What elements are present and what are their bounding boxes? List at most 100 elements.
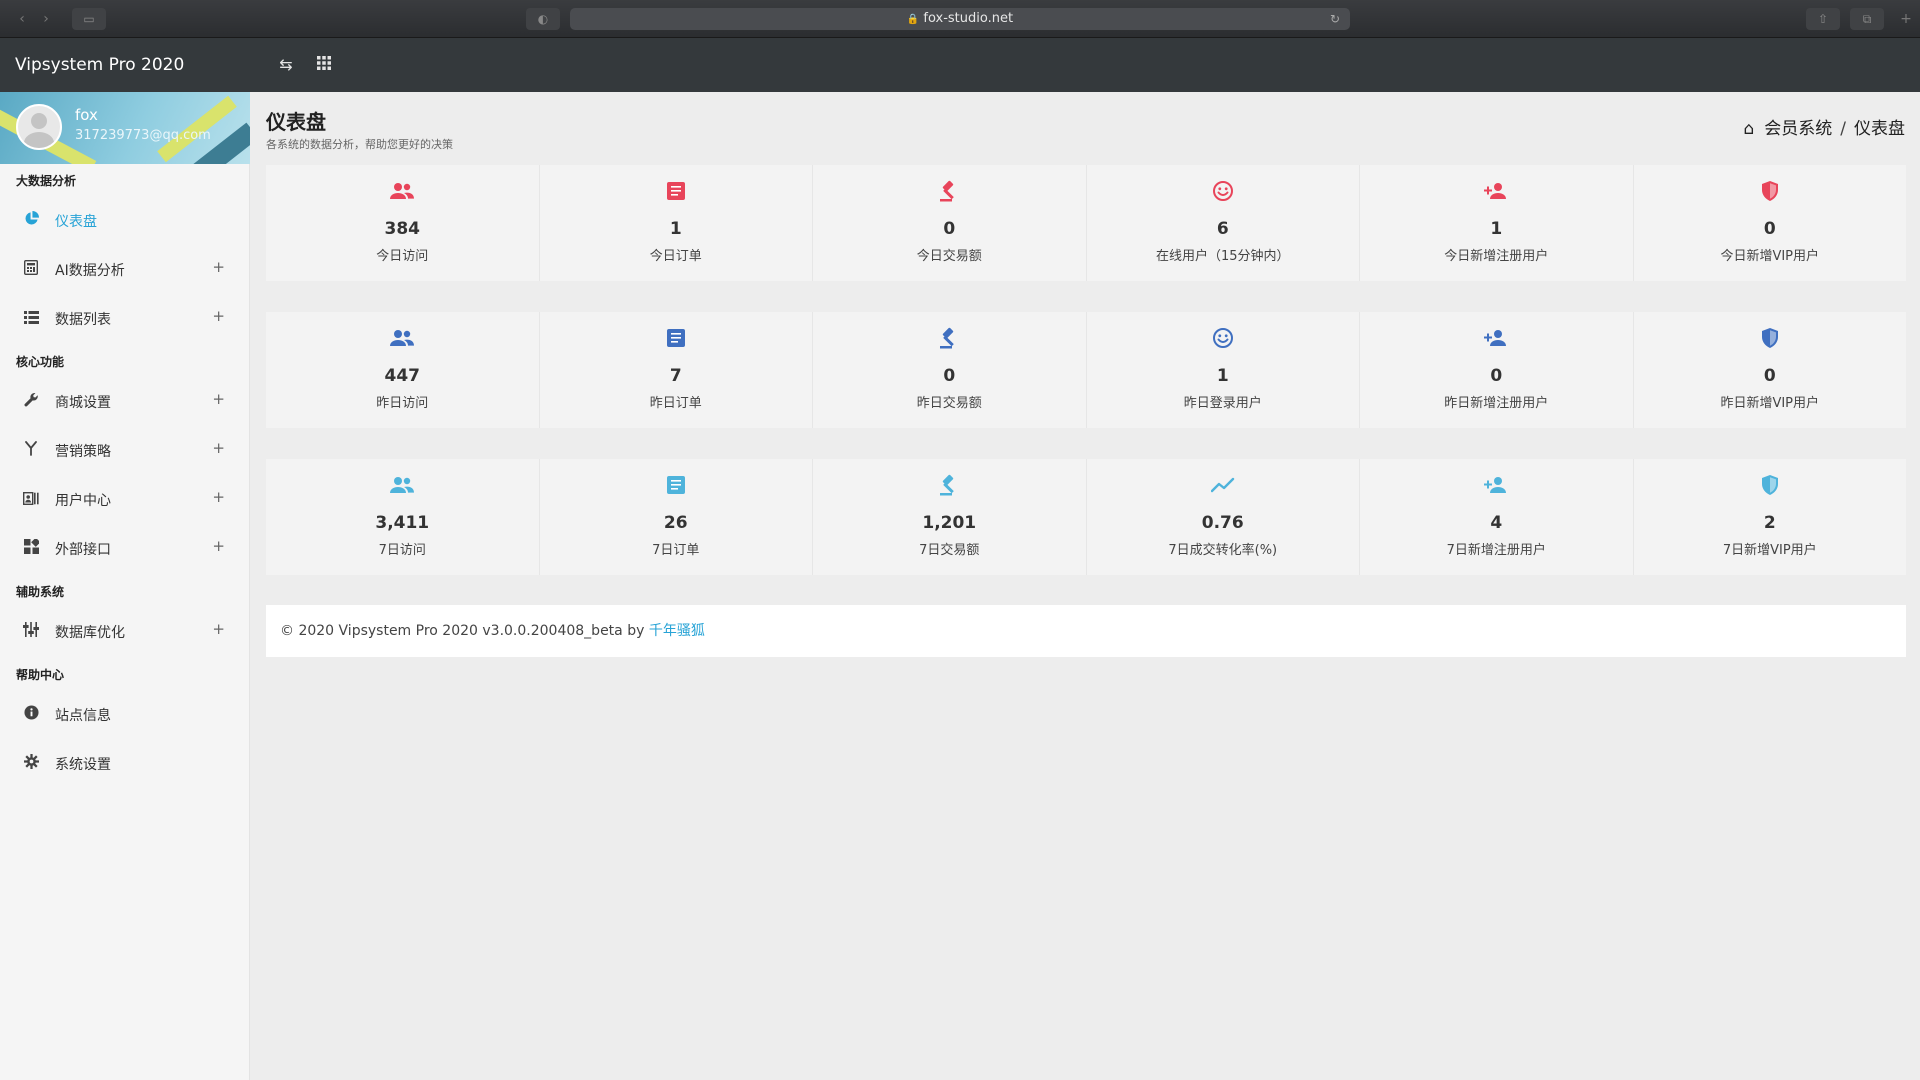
expand-plus-icon[interactable]: + [212, 605, 225, 654]
sidebar-item-label: 仪表盘 [55, 214, 97, 230]
stat-label: 7日新增注册用户 [1446, 543, 1546, 558]
tabs-icon[interactable]: ⧉ [1850, 8, 1884, 30]
app-title[interactable]: Vipsystem Pro 2020 [15, 38, 184, 92]
home-icon[interactable]: ⌂ [1743, 119, 1754, 139]
stat-value: 1 [669, 219, 682, 239]
user-plus-icon [1360, 473, 1633, 497]
widgets-icon [22, 526, 40, 575]
breadcrumb: ⌂ 会员系统 / 仪表盘 [1743, 114, 1905, 139]
expand-plus-icon[interactable]: + [212, 473, 225, 522]
breadcrumb-separator: / [1840, 119, 1846, 139]
gavel-icon [813, 179, 1086, 203]
sidebar-item-label: 用户中心 [55, 493, 111, 509]
sidebar-item-label: 营销策略 [55, 444, 111, 460]
stat-label: 在线用户（15分钟内） [1155, 249, 1290, 264]
stat-row-yesterday: 447 昨日访问 7 昨日订单 0 昨日交易额 1 昨日登录用户 0 昨日新增注册用户 0 昨日新增V… [266, 312, 1906, 428]
stat-card: 0 昨日新增VIP用户 [1633, 312, 1906, 428]
sidebar-item[interactable]: 数据库优化 + [0, 609, 249, 658]
forward-icon[interactable]: › [34, 8, 58, 30]
reload-icon[interactable]: ↻ [1330, 8, 1340, 30]
sidebar-section-title: 辅助系统 [16, 585, 65, 599]
stat-label: 7日成交转化率(%) [1168, 543, 1278, 558]
stat-card: 1 今日新增注册用户 [1360, 165, 1634, 281]
smile-icon [1087, 179, 1360, 203]
document-icon [540, 473, 813, 497]
stat-card: 447 昨日访问 [266, 312, 540, 428]
sidebar-item[interactable]: 外部接口 + [0, 526, 249, 575]
sidebar-item[interactable]: 用户中心 + [0, 477, 249, 526]
sidebar-item-label: 系统设置 [55, 757, 111, 773]
stat-value: 1 [1216, 366, 1229, 386]
expand-plus-icon[interactable]: + [212, 243, 225, 292]
swap-icon[interactable]: ⇆ [276, 55, 296, 75]
stat-card: 2 7日新增VIP用户 [1633, 459, 1907, 575]
gear-icon [22, 741, 40, 790]
page-title: 仪表盘 [266, 110, 326, 134]
stat-label: 昨日访问 [376, 396, 429, 411]
stat-label: 7日交易额 [919, 543, 980, 558]
list-icon [22, 296, 40, 345]
stat-label: 今日新增注册用户 [1444, 249, 1549, 264]
main-content: 仪表盘 各系统的数据分析，帮助您更好的决策 ⌂ 会员系统 / 仪表盘 384 今日访问 1… [250, 92, 1920, 1080]
stat-label: 今日访问 [376, 249, 429, 264]
expand-plus-icon[interactable]: + [212, 292, 225, 341]
address-bar[interactable]: 🔒 fox-studio.net ↻ [570, 8, 1350, 30]
back-icon[interactable]: ‹ [10, 8, 34, 30]
stat-value: 6 [1216, 219, 1229, 239]
grid-icon[interactable] [314, 55, 334, 75]
stat-value: 0 [943, 366, 956, 386]
stat-label: 7日订单 [652, 543, 700, 558]
users-icon [266, 326, 539, 350]
expand-plus-icon[interactable]: + [212, 522, 225, 571]
stat-value: 384 [384, 219, 421, 239]
avatar[interactable] [16, 104, 62, 150]
stat-label: 今日订单 [649, 249, 702, 264]
stat-card: 0 昨日交易额 [813, 312, 1087, 428]
user-plus-icon [1360, 179, 1633, 203]
sidebar-item[interactable]: 站点信息 [0, 692, 249, 741]
shield-icon [1634, 473, 1907, 497]
new-tab-icon[interactable]: + [1894, 8, 1918, 30]
lock-icon: 🔒 [906, 14, 920, 25]
expand-plus-icon[interactable]: + [212, 424, 225, 473]
stat-value: 4 [1490, 513, 1503, 533]
stat-value: 1 [1490, 219, 1503, 239]
stat-label: 昨日新增注册用户 [1444, 396, 1549, 411]
stat-card: 0.76 7日成交转化率(%) [1086, 459, 1360, 575]
stat-value: 26 [663, 513, 688, 533]
sidebar-item[interactable]: 系统设置 [0, 741, 249, 790]
author-link[interactable]: 千年骚狐 [649, 623, 705, 639]
privacy-icon[interactable]: ◐ [526, 8, 560, 30]
document-icon [540, 179, 813, 203]
pie-chart-icon [22, 198, 40, 247]
stat-card: 0 昨日新增注册用户 [1360, 312, 1634, 428]
expand-plus-icon[interactable]: + [212, 375, 225, 424]
sidebar-section-title: 核心功能 [16, 355, 65, 369]
sidebar-toggle-icon[interactable]: ▭ [72, 8, 106, 30]
stat-label: 今日交易额 [916, 249, 982, 264]
sliders-icon [22, 609, 40, 658]
share-icon[interactable]: ⇧ [1806, 8, 1840, 30]
sidebar-item[interactable]: AI数据分析 + [0, 247, 249, 296]
sidebar-item-label: AI数据分析 [55, 263, 125, 279]
sidebar-item[interactable]: 商城设置 + [0, 379, 249, 428]
stat-value: 1,201 [922, 513, 977, 533]
stat-card: 1,201 7日交易额 [813, 459, 1087, 575]
stat-label: 今日新增VIP用户 [1720, 249, 1820, 264]
stat-card: 4 7日新增注册用户 [1360, 459, 1634, 575]
stat-card: 6 在线用户（15分钟内） [1086, 165, 1360, 281]
breadcrumb-item[interactable]: 会员系统 [1764, 119, 1832, 139]
sidebar-item-label: 站点信息 [55, 708, 111, 724]
stat-row-week: 3,411 7日访问 26 7日订单 1,201 7日交易额 0.76 7日成交转化率(%) 4… [266, 459, 1906, 575]
footer-text: © 2020 Vipsystem Pro 2020 v3.0.0.200408_… [280, 623, 649, 639]
smile-icon [1087, 326, 1360, 350]
stat-value: 0 [943, 219, 956, 239]
sidebar-item[interactable]: 营销策略 + [0, 428, 249, 477]
sidebar-item[interactable]: 数据列表 + [0, 296, 249, 345]
footer: © 2020 Vipsystem Pro 2020 v3.0.0.200408_… [266, 605, 1906, 657]
stat-value: 0 [1490, 366, 1503, 386]
url-text: fox-studio.net [923, 11, 1014, 26]
users-icon [266, 179, 539, 203]
sidebar-item[interactable]: 仪表盘 [0, 198, 249, 247]
breadcrumb-item-current: 仪表盘 [1854, 119, 1905, 139]
